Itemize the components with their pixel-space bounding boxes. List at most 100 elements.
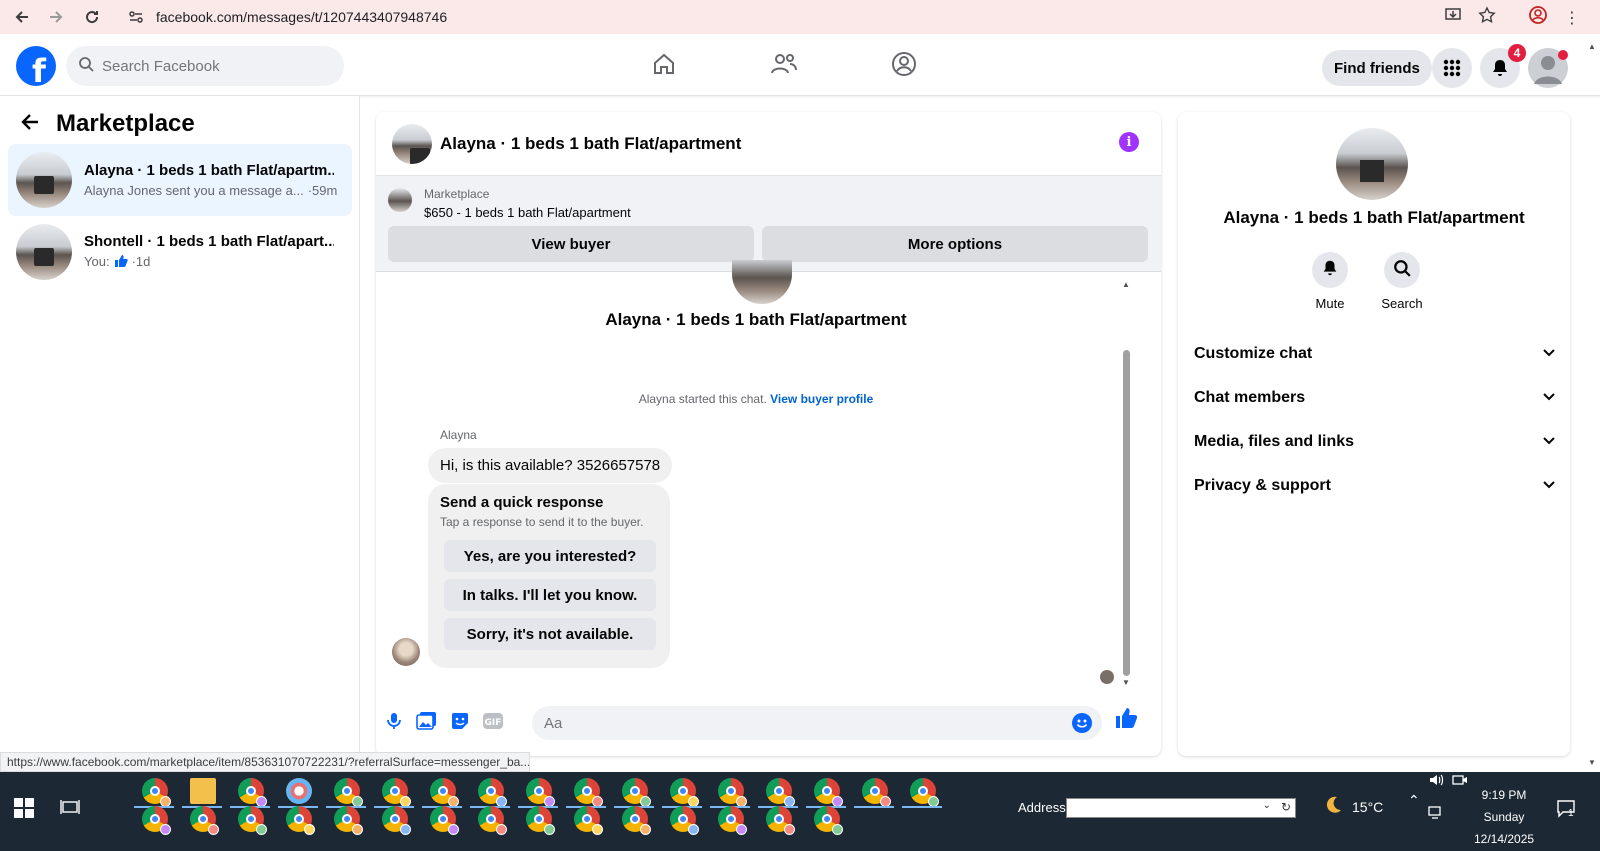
notifications-bell-icon[interactable]: 4 [1480, 44, 1526, 88]
details-avatar[interactable] [1336, 128, 1408, 200]
profile-icon[interactable] [1528, 5, 1548, 30]
chrome-taskbar-icon[interactable] [334, 778, 363, 807]
gif-icon[interactable]: GIF [482, 711, 504, 736]
sender-avatar[interactable] [392, 638, 420, 666]
quick-reply-button[interactable]: Sorry, it's not available. [444, 618, 656, 650]
chrome-taskbar-icon[interactable] [142, 806, 171, 835]
friends-nav-icon[interactable] [764, 44, 804, 84]
chrome-taskbar-icon[interactable] [190, 806, 219, 835]
windows-start-icon[interactable] [14, 798, 34, 823]
thumbs-up-send-icon[interactable] [1114, 706, 1138, 735]
action-center-icon[interactable]: 1 [1556, 798, 1576, 823]
chrome-taskbar-icon[interactable] [766, 778, 795, 807]
address-bar[interactable]: facebook.com/messages/t/1207443407948746 [118, 4, 1458, 30]
sender-name: Alayna [440, 428, 477, 442]
network-icon[interactable] [1428, 804, 1444, 825]
search-box[interactable] [66, 46, 344, 86]
bookmark-star-icon[interactable] [1478, 6, 1496, 29]
page-scroll-up-icon[interactable]: ▲ [1588, 42, 1596, 51]
file-explorer-icon[interactable] [190, 778, 216, 804]
chrome-taskbar-icon[interactable] [622, 806, 651, 835]
chat-avatar[interactable] [392, 123, 432, 164]
message-bubble[interactable]: Hi, is this available? 3526657578 [428, 448, 673, 483]
info-icon[interactable]: i [1119, 132, 1139, 152]
chrome-taskbar-icon[interactable] [430, 806, 459, 835]
chrome-taskbar-icon[interactable] [766, 806, 795, 835]
chrome-taskbar-icon[interactable] [670, 778, 699, 807]
chrome-taskbar-icon[interactable] [286, 806, 315, 835]
chat-members-section[interactable]: Chat members [1194, 380, 1556, 416]
weather-widget[interactable]: 15°C [1322, 794, 1383, 819]
forward-arrow-icon[interactable] [44, 5, 68, 29]
chrome-taskbar-icon[interactable] [622, 778, 651, 807]
chrome-taskbar-icon[interactable] [574, 806, 603, 835]
photo-icon[interactable] [416, 711, 438, 736]
view-buyer-profile-link[interactable]: View buyer profile [770, 392, 873, 406]
page-scroll-down-icon[interactable]: ▼ [1588, 758, 1596, 767]
install-app-icon[interactable] [1444, 6, 1462, 29]
conversation-item[interactable]: Shontell · 1 beds 1 bath Flat/apart... Y… [8, 216, 352, 288]
system-clock[interactable]: 9:19 PM Sunday 12/14/2025 [1474, 784, 1534, 850]
more-options-button[interactable]: More options [762, 226, 1148, 262]
menu-grid-icon[interactable] [1432, 48, 1472, 88]
meet-now-icon[interactable] [1452, 772, 1468, 793]
customize-chat-section[interactable]: Customize chat [1194, 336, 1556, 372]
chrome-taskbar-icon[interactable] [718, 778, 747, 807]
view-buyer-button[interactable]: View buyer [388, 226, 754, 262]
volume-icon[interactable] [1428, 772, 1444, 793]
chrome-taskbar-icon[interactable] [814, 806, 843, 835]
chat-title[interactable]: Alayna · 1 beds 1 bath Flat/apartment [440, 134, 741, 154]
task-view-icon[interactable] [60, 798, 80, 823]
profile-nav-icon[interactable] [884, 44, 924, 84]
chrome-taskbar-icon[interactable] [910, 778, 939, 807]
reload-icon[interactable] [80, 5, 104, 29]
back-arrow-icon[interactable] [20, 112, 40, 137]
scroll-up-arrow-icon[interactable]: ▲ [1122, 280, 1130, 289]
conversation-item[interactable]: Alayna · 1 beds 1 bath Flat/apartm... Al… [8, 144, 352, 216]
chrome-taskbar-icon[interactable] [238, 778, 267, 807]
emoji-icon[interactable] [1072, 713, 1092, 733]
chrome-taskbar-icon[interactable] [478, 778, 507, 807]
browser-menu-icon[interactable]: ⋮ [1564, 8, 1580, 28]
quick-reply-button[interactable]: In talks. I'll let you know. [444, 579, 656, 611]
message-input[interactable] [544, 714, 1044, 732]
site-settings-icon[interactable] [128, 9, 144, 30]
chrome-taskbar-icon[interactable] [526, 778, 555, 807]
scroll-down-arrow-icon[interactable]: ▼ [1122, 678, 1130, 687]
chrome-taskbar-icon[interactable] [526, 806, 555, 835]
privacy-support-section[interactable]: Privacy & support [1194, 468, 1556, 504]
find-friends-button[interactable]: Find friends [1322, 50, 1432, 86]
address-toolbar-input[interactable]: ⌄ ↻ [1066, 798, 1296, 818]
chrome-taskbar-icon[interactable] [862, 778, 891, 807]
chrome-taskbar-icon[interactable] [478, 806, 507, 835]
chat-scrollbar[interactable]: ▲ ▼ [1121, 280, 1131, 702]
chrome-taskbar-icon[interactable] [142, 778, 171, 807]
home-nav-icon[interactable] [644, 44, 684, 84]
sticker-icon[interactable] [450, 711, 470, 736]
paint-app-icon[interactable] [286, 778, 312, 804]
media-files-section[interactable]: Media, files and links [1194, 424, 1556, 460]
microphone-icon[interactable] [384, 711, 404, 736]
chrome-taskbar-icon[interactable] [718, 806, 747, 835]
search-in-chat-button[interactable]: Search [1372, 252, 1432, 311]
chrome-taskbar-icon[interactable] [334, 806, 363, 835]
chrome-taskbar-icon[interactable] [574, 778, 603, 807]
go-refresh-icon[interactable]: ↻ [1281, 800, 1291, 814]
dropdown-arrow-icon[interactable]: ⌄ [1263, 800, 1271, 811]
search-input[interactable] [102, 57, 322, 75]
chrome-taskbar-icon[interactable] [430, 778, 459, 807]
account-avatar[interactable] [1528, 48, 1568, 88]
mute-button[interactable]: Mute [1300, 252, 1360, 311]
listing-price-title[interactable]: $650 - 1 beds 1 bath Flat/apartment [424, 205, 631, 220]
chrome-taskbar-icon[interactable] [670, 806, 699, 835]
chrome-taskbar-icon[interactable] [814, 778, 843, 807]
chrome-taskbar-icon[interactable] [382, 778, 411, 807]
chrome-taskbar-icon[interactable] [382, 806, 411, 835]
scroll-thumb[interactable] [1123, 350, 1130, 676]
quick-reply-button[interactable]: Yes, are you interested? [444, 540, 656, 572]
message-input-box[interactable] [532, 706, 1102, 740]
tray-chevron-up-icon[interactable]: ⌃ [1408, 792, 1420, 809]
chrome-taskbar-icon[interactable] [238, 806, 267, 835]
facebook-logo-icon[interactable]: f [16, 46, 56, 86]
back-arrow-icon[interactable] [10, 5, 34, 29]
